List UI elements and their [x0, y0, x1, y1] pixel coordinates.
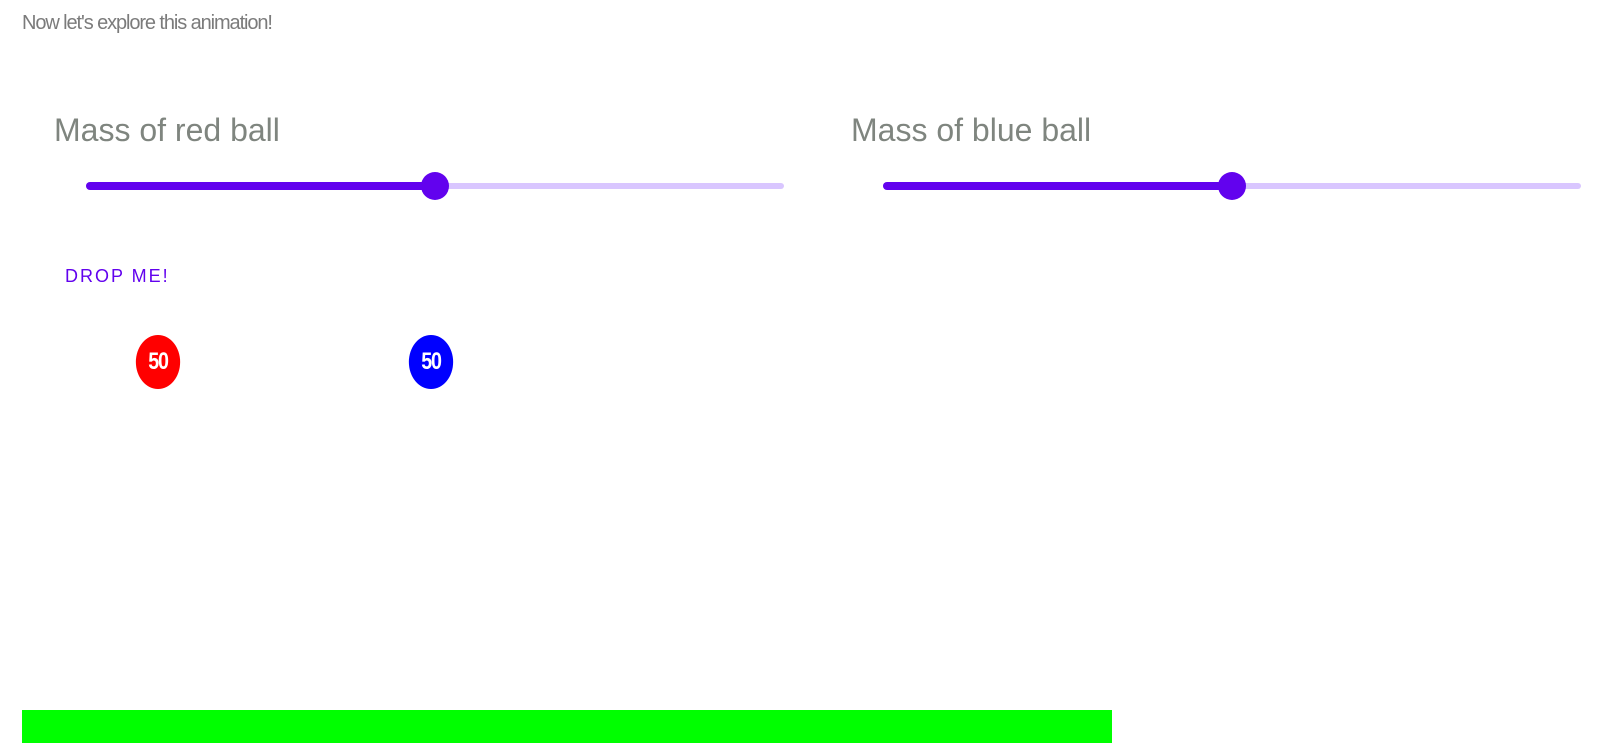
- slider-track-fill: [86, 182, 435, 190]
- blue-mass-control: Mass of blue ball: [851, 112, 1585, 202]
- intro-text: Now let's explore this animation!: [22, 12, 273, 34]
- red-ball-mass: 50: [148, 348, 169, 375]
- blue-mass-slider[interactable]: [883, 172, 1581, 200]
- blue-mass-label: Mass of blue ball: [851, 112, 1092, 148]
- slider-track-fill: [883, 182, 1232, 190]
- blue-ball[interactable]: 50: [408, 335, 454, 389]
- slider-thumb[interactable]: [1218, 172, 1246, 200]
- red-mass-control: Mass of red ball: [54, 112, 788, 202]
- blue-ball-mass: 50: [421, 348, 442, 375]
- red-mass-label: Mass of red ball: [54, 112, 280, 148]
- red-mass-slider[interactable]: [86, 172, 784, 200]
- slider-thumb[interactable]: [421, 172, 449, 200]
- drop-me-button[interactable]: DROP ME!: [55, 262, 180, 291]
- ground-platform: [22, 710, 1112, 743]
- page: Now let's explore this animation! Mass o…: [0, 0, 1600, 743]
- red-ball[interactable]: 50: [135, 335, 181, 389]
